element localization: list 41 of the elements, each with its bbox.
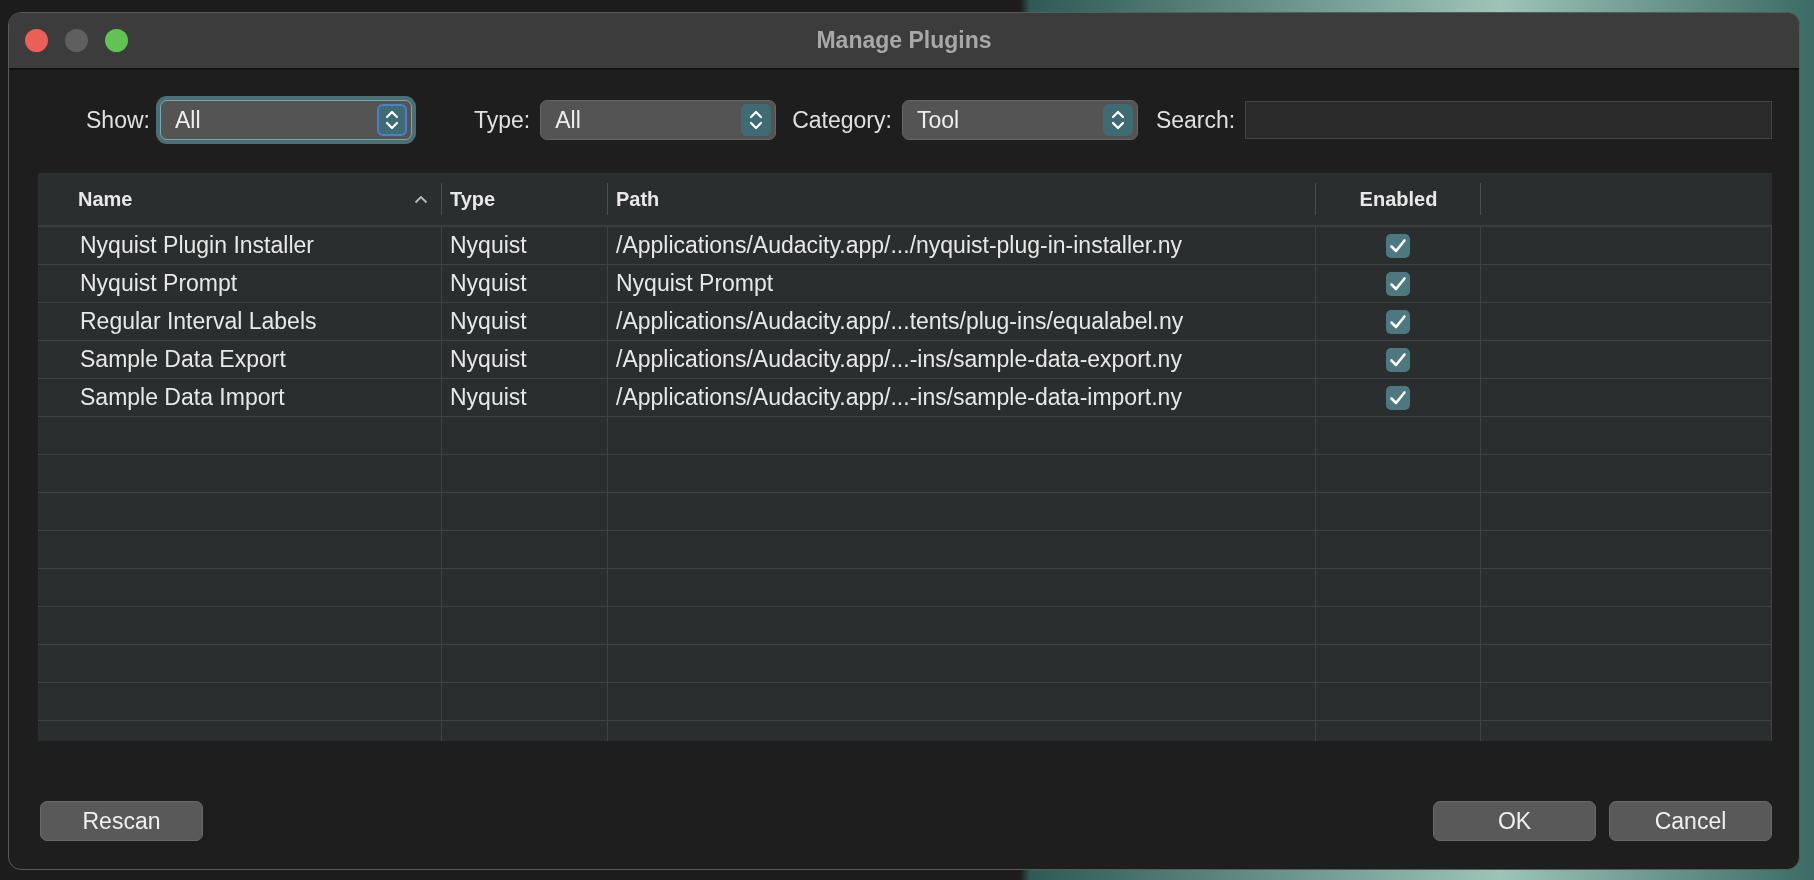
sort-ascending-icon — [414, 194, 428, 204]
plugin-type: Nyquist — [450, 384, 527, 411]
column-header[interactable]: Enabled — [1359, 187, 1438, 211]
column-header[interactable]: Type — [450, 187, 496, 211]
plugin-type: Nyquist — [450, 346, 527, 373]
dialog-button[interactable]: OK — [1433, 801, 1596, 841]
dialog-button[interactable]: Rescan — [40, 801, 203, 841]
stepper-icon — [748, 109, 765, 131]
column-header[interactable]: Name — [78, 187, 133, 211]
enabled-checkbox[interactable] — [1386, 309, 1410, 334]
plugin-name: Regular Interval Labels — [80, 308, 317, 335]
column-header[interactable]: Path — [616, 187, 660, 211]
enabled-checkbox[interactable] — [1386, 233, 1410, 258]
plugin-type: Nyquist — [450, 270, 527, 297]
plugin-path: Nyquist Prompt — [616, 270, 774, 297]
search-field[interactable] — [1245, 101, 1772, 139]
enabled-checkbox[interactable] — [1386, 271, 1410, 296]
filter-label: Category: — [792, 106, 892, 134]
zoom-button[interactable] — [105, 29, 128, 52]
filter-label: Type: — [473, 106, 531, 134]
plugin-type: Nyquist — [450, 308, 527, 335]
plugin-path: /Applications/Audacity.app/...-ins/sample-data-import.ny — [616, 384, 1182, 411]
plugin-path: /Applications/Audacity.app/...-ins/sample-data-export.ny — [616, 346, 1182, 373]
plugin-name: Nyquist Plugin Installer — [80, 232, 314, 259]
enabled-checkbox[interactable] — [1386, 347, 1410, 372]
stepper-icon — [1109, 109, 1126, 131]
filter-label: Show: — [86, 106, 150, 134]
window-title: Manage Plugins — [816, 27, 992, 53]
dropdown[interactable]: Tool — [901, 100, 1138, 140]
dialog-button[interactable]: Cancel — [1609, 801, 1772, 841]
enabled-checkbox[interactable] — [1386, 385, 1410, 410]
close-button[interactable] — [25, 29, 48, 52]
plugin-name: Nyquist Prompt — [80, 270, 238, 297]
filter-label: Search: — [1155, 106, 1236, 134]
plugin-name: Sample Data Import — [80, 384, 285, 411]
plugin-type: Nyquist — [450, 232, 527, 259]
stepper-icon — [383, 109, 400, 131]
plugin-path: /Applications/Audacity.app/...tents/plug-ins/equalabel.ny — [616, 308, 1184, 335]
plugin-name: Sample Data Export — [80, 346, 286, 373]
plugin-path: /Applications/Audacity.app/.../nyquist-plug-in-installer.ny — [616, 232, 1182, 259]
dropdown[interactable]: All — [540, 100, 777, 140]
